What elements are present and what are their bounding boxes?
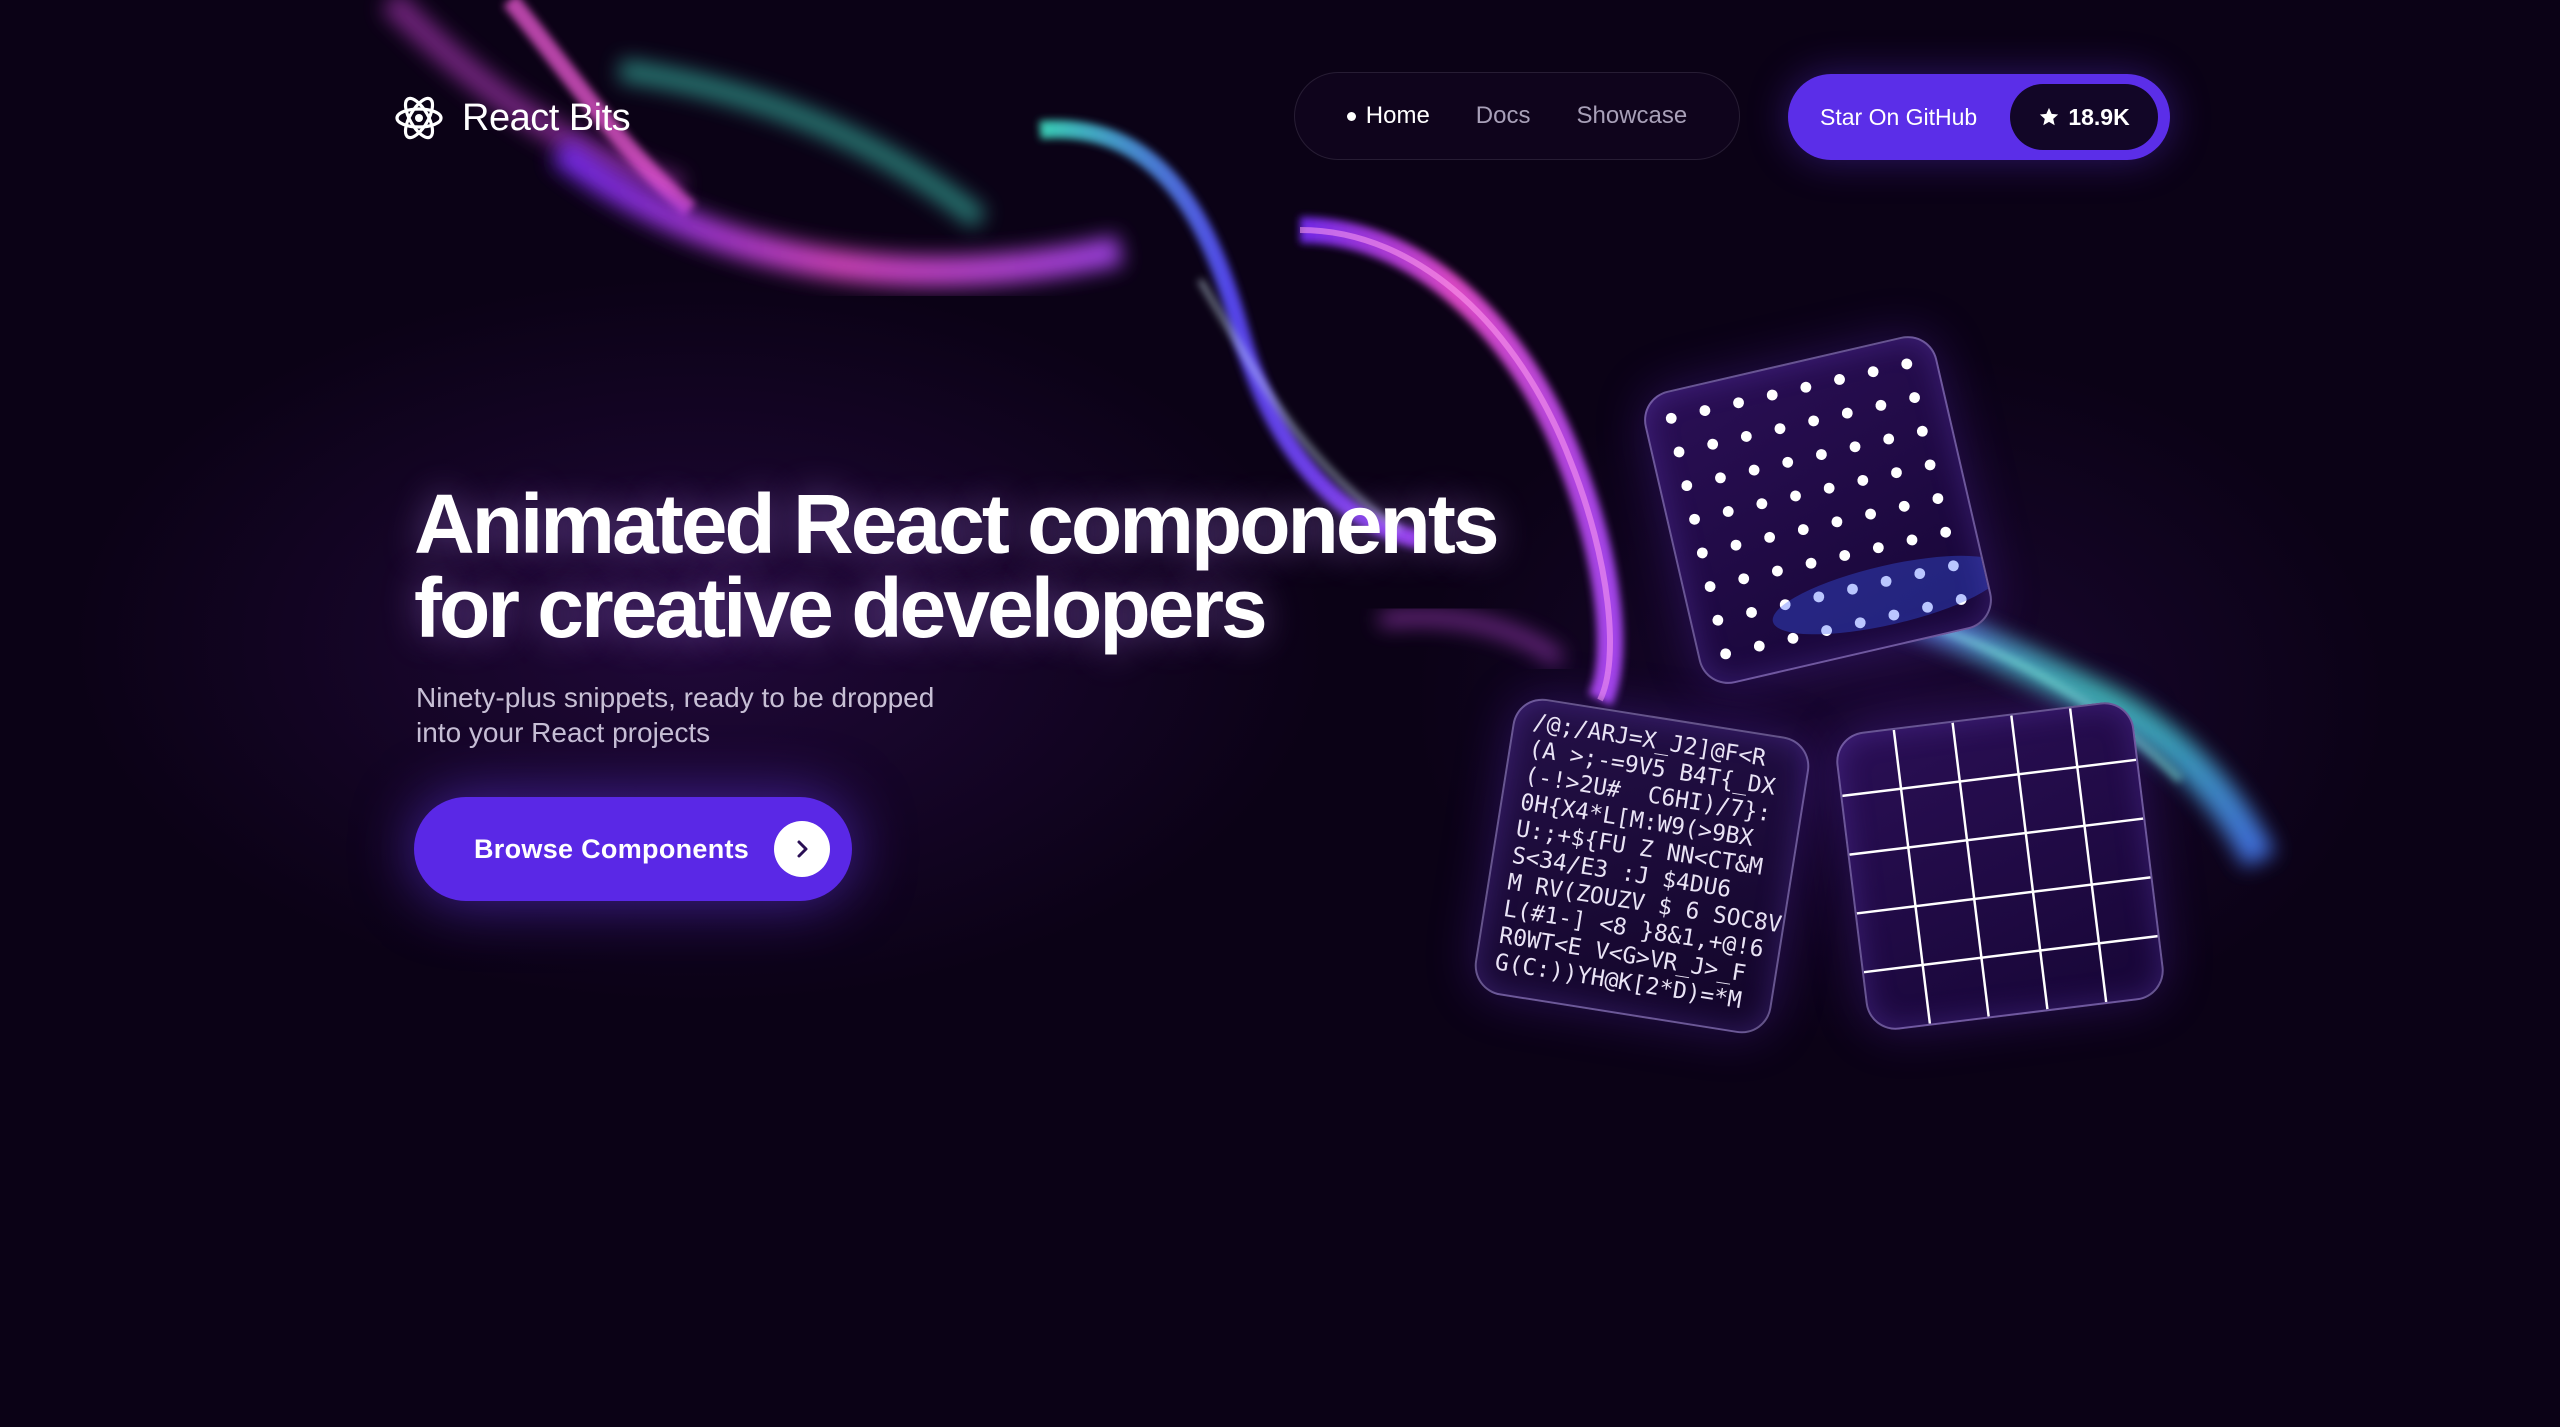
grid-dot (1916, 425, 1928, 437)
grid-dot (1857, 474, 1869, 486)
browse-components-button[interactable]: Browse Components (414, 797, 852, 901)
grid-line (1863, 934, 2158, 974)
grid-dot (1805, 557, 1817, 569)
grid-line (2010, 715, 2049, 1010)
background-glow (0, 0, 2560, 1427)
grid-line (1892, 729, 1932, 1024)
grid-dot (1746, 607, 1757, 618)
grid-dot (1906, 534, 1918, 546)
grid-dot (1898, 500, 1910, 512)
grid-dot (1875, 399, 1887, 411)
grid-dot (1689, 513, 1700, 525)
grid-dot (1696, 547, 1708, 559)
grid-dot (1720, 648, 1732, 660)
grid-dot (1901, 358, 1913, 370)
github-label: Star On GitHub (1820, 103, 1978, 130)
grid-dot (1787, 632, 1799, 644)
dot-grid-pattern (1665, 358, 1996, 660)
grid-pattern (1842, 708, 2158, 1024)
grid-dot (1823, 482, 1835, 494)
grid-dot (1909, 392, 1920, 404)
hero-title-line-2: for creative developers (414, 561, 1268, 655)
grid-dot (1748, 464, 1760, 476)
ascii-pattern: /@;/ARJ=X_J2]@F<R (A >;-=9V5 B4T{_DX (-!… (1493, 709, 1784, 1015)
grid-dot (1722, 506, 1734, 517)
nav-item-docs[interactable]: Docs (1476, 102, 1531, 130)
brand-logo[interactable]: React Bits (392, 88, 631, 148)
nav-item-label: Home (1365, 102, 1430, 129)
grid-dot (1940, 526, 1952, 538)
star-icon (2040, 107, 2059, 126)
grid-line (1849, 817, 2144, 856)
grid-dot (1800, 381, 1812, 393)
grid-dot (1730, 539, 1742, 551)
grid-dot (1774, 423, 1786, 435)
grid-line (1856, 876, 2151, 915)
nav-item-label: Showcase (1576, 102, 1688, 129)
grid-dot (1872, 542, 1884, 554)
ascii-tile: /@;/ARJ=X_J2]@F<R (A >;-=9V5 B4T{_DX (-!… (1470, 694, 1814, 1038)
hero-title: Animated React components for creative d… (414, 482, 1514, 650)
grid-dot (1764, 531, 1776, 543)
grid-dot (1665, 412, 1677, 424)
tile-glow (1772, 555, 1996, 635)
grid-dot (1839, 550, 1851, 561)
nav-item-home[interactable]: Home (1346, 102, 1430, 130)
grid-dot (1740, 430, 1752, 442)
grid-dot (1883, 433, 1895, 445)
atom-icon (395, 96, 443, 140)
grid-dot (1849, 441, 1861, 453)
aurora-ribbons (380, 0, 2276, 868)
grid-dot (1712, 614, 1724, 626)
grid-dot (1834, 374, 1845, 385)
grid-dot (1771, 565, 1783, 577)
main-nav: Home Docs Showcase (1294, 72, 1740, 160)
grid-dot (1932, 493, 1944, 504)
nav-item-showcase[interactable]: Showcase (1576, 102, 1687, 130)
hero-subtitle-line-1: Ninety-plus snippets, ready to be droppe… (416, 682, 935, 713)
grid-dot (1738, 573, 1750, 585)
grid-dot (1797, 524, 1809, 536)
grid-dot (1673, 446, 1685, 458)
brand-name: React Bits (462, 96, 631, 139)
chevron-right-glyph (797, 840, 808, 858)
github-star-count-badge: 18.9K (2010, 84, 2158, 150)
grid-line (2068, 708, 2108, 1003)
grid-dot (1707, 438, 1719, 450)
grid-dot (1841, 407, 1853, 419)
grid-dot (1865, 508, 1877, 520)
nav-item-label: Docs (1475, 102, 1531, 129)
grid-dot (1831, 516, 1843, 528)
github-star-count: 18.9K (2068, 103, 2130, 130)
grid-dot (1924, 459, 1936, 471)
grid-line (1951, 722, 1990, 1017)
grid-dot (1699, 405, 1711, 416)
dots-tile (1638, 330, 1998, 690)
grid-dot (1715, 472, 1726, 484)
grid-tile (1832, 698, 2168, 1034)
hero-subtitle-line-2: into your React projects (416, 717, 711, 748)
grid-dot (1815, 449, 1827, 460)
github-star-button[interactable]: Star On GitHub 18.9K (1788, 74, 2170, 160)
grid-dot (1753, 640, 1765, 652)
grid-dot (1733, 397, 1744, 409)
grid-dot (1756, 498, 1768, 510)
hero-title-line-1: Animated React components (414, 477, 1500, 571)
grid-line (1842, 758, 2137, 798)
grid-dot (1891, 467, 1902, 479)
grid-dot (1790, 490, 1801, 502)
grid-dot (1808, 415, 1820, 427)
grid-dot (1704, 581, 1716, 592)
browse-components-label: Browse Components (474, 833, 750, 864)
chevron-right-icon (774, 821, 830, 877)
grid-dot (1766, 389, 1778, 401)
active-dot-icon (1346, 111, 1356, 121)
hero-subtitle: Ninety-plus snippets, ready to be droppe… (416, 680, 1056, 750)
grid-dot (1867, 366, 1879, 378)
grid-dot (1681, 480, 1693, 492)
grid-dot (1782, 456, 1794, 468)
